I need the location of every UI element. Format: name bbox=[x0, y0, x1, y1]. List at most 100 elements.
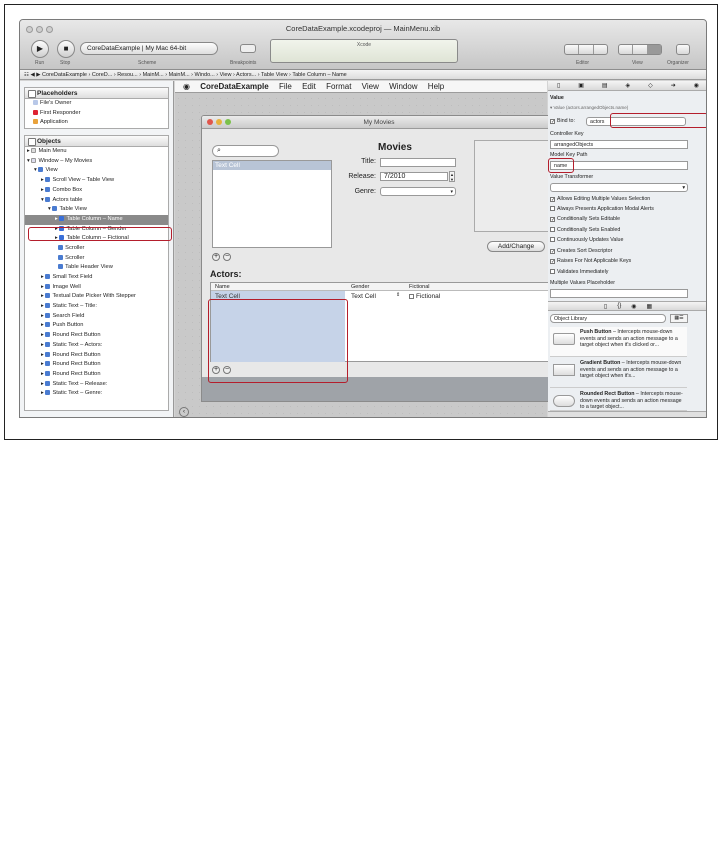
library-item-gradient-button[interactable]: Gradient Button – Intercepts mouse-down … bbox=[550, 358, 687, 388]
outline-item[interactable]: ▸ Static Text – Genre: bbox=[25, 389, 168, 399]
outline-item[interactable]: ▸ Combo Box bbox=[25, 186, 168, 196]
option-row[interactable]: Validates Immediately bbox=[550, 269, 608, 275]
app-menu[interactable]: CoreDataExample bbox=[200, 82, 268, 91]
remove-icon[interactable]: − bbox=[223, 253, 231, 261]
close-icon[interactable] bbox=[207, 119, 213, 125]
zoom-out-icon[interactable]: ‹ bbox=[179, 407, 189, 417]
breakpoints-button[interactable] bbox=[240, 44, 256, 53]
menu-edit[interactable]: Edit bbox=[302, 82, 316, 91]
outline-item[interactable]: First Responder bbox=[25, 109, 168, 119]
run-button[interactable]: ▶ bbox=[31, 40, 49, 58]
apple-menu-icon[interactable]: ◉ bbox=[183, 82, 190, 91]
outline-item[interactable]: ▸ Static Text – Actors: bbox=[25, 341, 168, 351]
outline-item[interactable]: ▾ View bbox=[25, 166, 168, 176]
crumb[interactable]: CoreD... bbox=[92, 72, 112, 78]
release-date-picker[interactable]: 7/2010 bbox=[380, 172, 448, 181]
outline-item[interactable]: Scroller bbox=[25, 244, 168, 254]
attributes-inspector-icon[interactable]: ◈ bbox=[626, 82, 631, 89]
option-checkbox[interactable]: ✓ bbox=[550, 249, 555, 255]
option-checkbox[interactable] bbox=[550, 227, 555, 232]
outline-item[interactable]: ▸ Push Button bbox=[25, 321, 168, 331]
grid-list-toggle-icon[interactable]: ▦☰ bbox=[670, 314, 688, 323]
value-transformer-popup[interactable]: ▾ bbox=[550, 183, 688, 192]
bind-to-checkbox[interactable]: ✓ bbox=[550, 119, 555, 125]
search-field[interactable]: ⌕ bbox=[212, 145, 279, 157]
option-checkbox[interactable]: ✓ bbox=[550, 217, 555, 223]
menu-window[interactable]: Window bbox=[389, 82, 417, 91]
option-row[interactable]: ✓ Creates Sort Descriptor bbox=[550, 248, 612, 255]
outline-item[interactable]: ▾ Window – My Movies bbox=[25, 157, 168, 167]
stop-button[interactable]: ■ bbox=[57, 40, 75, 58]
menu-format[interactable]: Format bbox=[326, 82, 351, 91]
genre-combo-box[interactable]: ▾ bbox=[380, 187, 456, 196]
menu-help[interactable]: Help bbox=[428, 82, 444, 91]
outline-item[interactable]: ▸ Round Rect Button bbox=[25, 370, 168, 380]
quick-help-icon[interactable]: ▣ bbox=[578, 82, 584, 89]
column-header-name[interactable]: Name bbox=[215, 283, 230, 291]
option-checkbox[interactable] bbox=[550, 206, 555, 211]
outline-item[interactable]: ▸ Textual Date Picker With Stepper bbox=[25, 292, 168, 302]
option-row[interactable]: ✓ Conditionally Sets Editable bbox=[550, 216, 620, 223]
controller-key-field[interactable]: arrangedObjects bbox=[550, 140, 688, 149]
media-library-icon[interactable]: ▦ bbox=[646, 303, 652, 310]
crumb[interactable]: Actors... bbox=[236, 72, 256, 78]
add-change-button[interactable]: Add/Change bbox=[487, 241, 545, 252]
size-inspector-icon[interactable]: ◇ bbox=[648, 82, 653, 89]
option-row[interactable]: Conditionally Sets Enabled bbox=[550, 227, 620, 233]
view-segmented-control[interactable] bbox=[618, 44, 662, 55]
outline-item[interactable]: Table Header View bbox=[25, 263, 168, 273]
menu-file[interactable]: File bbox=[279, 82, 292, 91]
option-row[interactable]: Always Presents Application Modal Alerts bbox=[550, 206, 654, 212]
editor-segmented-control[interactable] bbox=[564, 44, 608, 55]
crumb[interactable]: CoreDataExample bbox=[42, 72, 87, 78]
menu-view[interactable]: View bbox=[362, 82, 379, 91]
add-icon[interactable]: + bbox=[212, 253, 220, 261]
outline-item[interactable]: File's Owner bbox=[25, 99, 168, 109]
movies-list[interactable]: Text Cell bbox=[212, 160, 332, 248]
date-stepper[interactable]: ▲ ▼ bbox=[449, 171, 455, 182]
multiple-values-placeholder-field[interactable] bbox=[550, 289, 688, 298]
crumb[interactable]: Table View bbox=[261, 72, 288, 78]
zoom-icon[interactable] bbox=[225, 119, 231, 125]
organizer-button[interactable] bbox=[676, 44, 690, 55]
library-item-push-button[interactable]: Push Button – Intercepts mouse-down even… bbox=[550, 327, 687, 357]
outline-item[interactable]: ▸ Static Text – Title: bbox=[25, 302, 168, 312]
title-field[interactable] bbox=[380, 158, 456, 167]
crumb[interactable]: Windo... bbox=[195, 72, 215, 78]
outline-item[interactable]: Scroller bbox=[25, 254, 168, 264]
bindings-inspector-icon[interactable]: ◉ bbox=[694, 82, 699, 89]
library-item-rounded-rect-button[interactable]: Rounded Rect Button – Intercepts mouse-d… bbox=[550, 389, 687, 411]
outline-item[interactable]: ▸ Main Menu bbox=[25, 147, 168, 157]
option-row[interactable]: Continuously Updates Value bbox=[550, 237, 623, 243]
minimize-icon[interactable] bbox=[216, 119, 222, 125]
outline-item[interactable]: ▸ Scroll View – Table View bbox=[25, 176, 168, 186]
option-checkbox[interactable] bbox=[550, 269, 555, 274]
option-row[interactable]: ✓ Raises For Not Applicable Keys bbox=[550, 258, 631, 265]
outline-item[interactable]: ▾ Table View bbox=[25, 205, 168, 215]
outline-item[interactable]: ▾ Actors table bbox=[25, 196, 168, 206]
object-library-popup[interactable]: Object Library bbox=[550, 314, 666, 323]
list-cell[interactable]: Text Cell bbox=[213, 161, 331, 170]
code-snippet-icon[interactable]: {} bbox=[617, 303, 621, 309]
outline-item[interactable]: ▸ Search Field bbox=[25, 312, 168, 322]
table-cell-fictional[interactable]: Fictional bbox=[409, 293, 440, 300]
outline-item[interactable]: Application bbox=[25, 118, 168, 128]
option-checkbox[interactable]: ✓ bbox=[550, 197, 555, 203]
option-checkbox[interactable] bbox=[550, 237, 555, 242]
outline-item[interactable]: ▸ Round Rect Button bbox=[25, 360, 168, 370]
outline-item[interactable]: ▸ Round Rect Button bbox=[25, 351, 168, 361]
crumb[interactable]: Table Column – Name bbox=[292, 72, 346, 78]
value-binding-header[interactable]: ▾ Value (actors.arrangedObjects.name) bbox=[550, 105, 628, 111]
column-header-fictional[interactable]: Fictional bbox=[409, 283, 429, 291]
crumb[interactable]: View bbox=[220, 72, 232, 78]
fictional-checkbox[interactable] bbox=[409, 294, 414, 299]
crumb[interactable]: MainM... bbox=[169, 72, 190, 78]
outline-item-selected[interactable]: ▸ Table Column – Name bbox=[25, 214, 168, 225]
outline-item[interactable]: ▸ Small Text Field bbox=[25, 273, 168, 283]
image-well[interactable] bbox=[474, 140, 552, 232]
file-template-icon[interactable]: ▯ bbox=[604, 303, 607, 310]
file-inspector-icon[interactable]: ▯ bbox=[557, 82, 560, 89]
object-library-icon[interactable]: ◉ bbox=[631, 303, 636, 310]
table-cell-gender[interactable]: Text Cell bbox=[351, 293, 376, 300]
crumb[interactable]: MainM... bbox=[143, 72, 164, 78]
